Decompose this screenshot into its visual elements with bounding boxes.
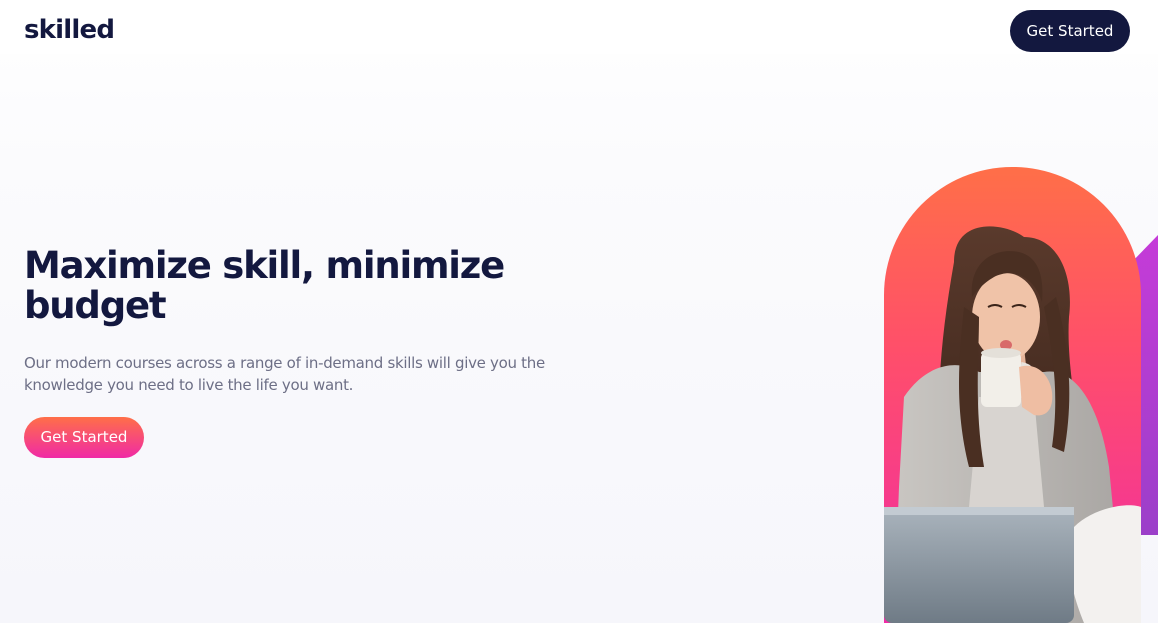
top-navigation-bar: skilled Get Started — [0, 0, 1158, 54]
skilled-logo[interactable]: skilled — [24, 14, 115, 46]
landing-page: skilled Get Started Maximize skill, mini… — [0, 0, 1158, 623]
hero-subtitle: Our modern courses across a range of in-… — [24, 354, 545, 394]
hero-title: Maximize skill, minimize budget — [24, 244, 505, 327]
hero-get-started-button[interactable]: Get Started — [24, 417, 144, 458]
woman-drinking-coffee-photo-icon — [884, 167, 1141, 623]
header-get-started-button[interactable]: Get Started — [1010, 10, 1130, 52]
